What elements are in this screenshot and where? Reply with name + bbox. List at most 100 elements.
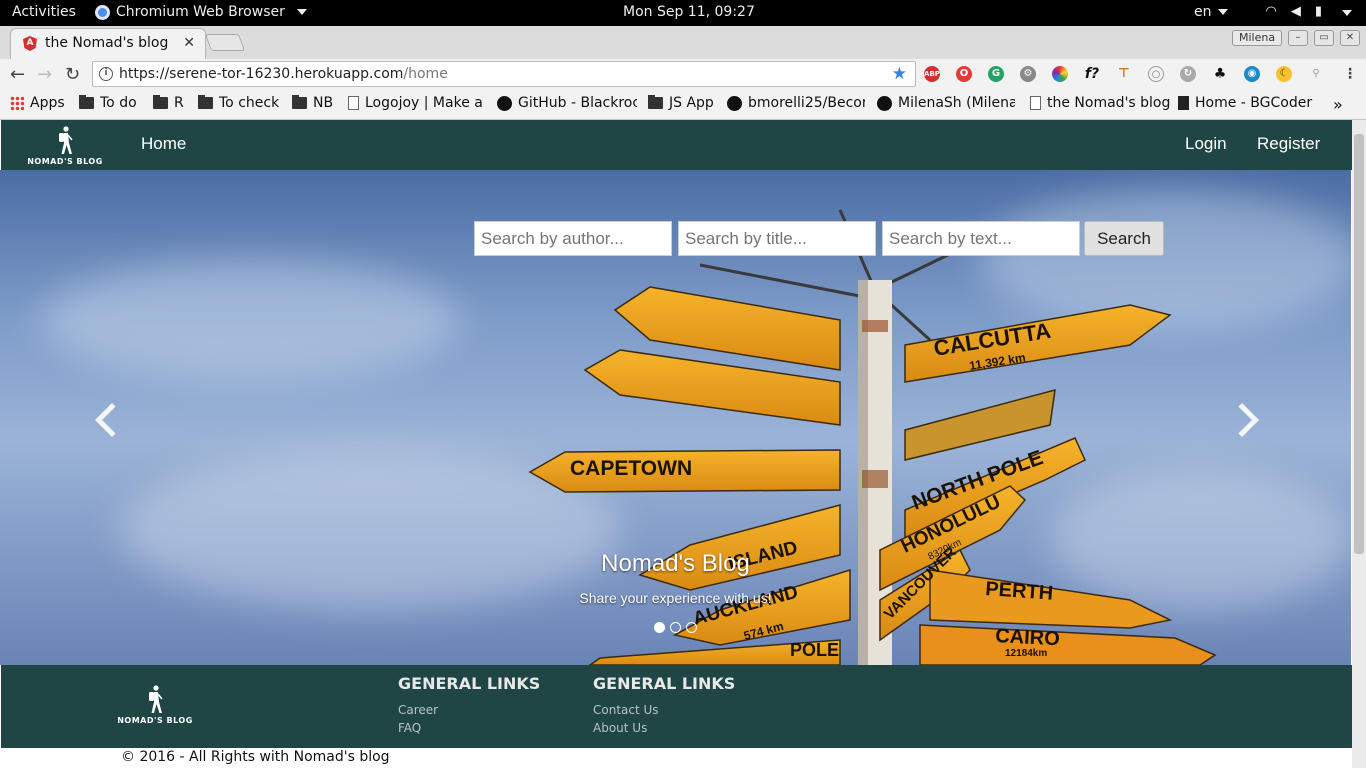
browser-toolbar: ← → ↻ i https://serene-tor-16230.herokua…: [0, 59, 1366, 89]
camera-icon[interactable]: ◉: [1244, 66, 1260, 82]
new-tab-button[interactable]: [204, 34, 246, 51]
footer-link-faq[interactable]: FAQ: [398, 721, 421, 735]
sign-cairo-distance: 12184km: [1005, 648, 1047, 659]
chevron-down-icon: [1217, 9, 1228, 15]
color-picker-icon[interactable]: [1052, 66, 1068, 82]
font-detector-icon[interactable]: f?: [1084, 66, 1100, 82]
folder-icon: [198, 95, 213, 109]
sign-pole: POLE: [790, 640, 839, 660]
folder-icon: [292, 95, 307, 109]
bookmark-label: To check: [219, 95, 280, 111]
chevron-down-icon: [1342, 10, 1352, 16]
system-menu[interactable]: ◠ ◀ ▮: [1265, 4, 1352, 19]
bookmarks-bar: Apps To do R To check NB Logojoy | Make …: [0, 89, 1366, 119]
logo-text: NOMAD'S BLOG: [117, 716, 193, 725]
volume-icon: ◀: [1290, 4, 1301, 19]
clock[interactable]: Mon Sep 11, 09:27: [623, 4, 755, 20]
footer-link-about[interactable]: About Us: [593, 721, 647, 735]
hiker-icon: [149, 685, 163, 713]
bookmark-todo[interactable]: To do: [79, 95, 137, 111]
opera-icon[interactable]: O: [956, 66, 972, 82]
address-bar[interactable]: i https://serene-tor-16230.herokuapp.com…: [92, 61, 916, 87]
bookmark-nb[interactable]: NB: [292, 95, 333, 111]
bookmark-label: MilenaSh (Milena: [898, 95, 1015, 111]
forward-icon[interactable]: →: [37, 64, 52, 85]
bookmark-js-app[interactable]: JS App: [648, 95, 714, 111]
footer-heading: GENERAL LINKS: [593, 674, 736, 693]
language-selector[interactable]: en: [1194, 4, 1228, 20]
bookmark-apps[interactable]: Apps: [10, 95, 65, 111]
bookmark-milenash[interactable]: MilenaSh (Milena: [877, 95, 1015, 111]
bookmarks-overflow-button[interactable]: »: [1333, 95, 1343, 114]
nav-register-link[interactable]: Register: [1257, 134, 1320, 154]
search-button[interactable]: Search: [1084, 221, 1164, 256]
refresh-extension-icon[interactable]: ↻: [1180, 66, 1196, 82]
nav-login-link[interactable]: Login: [1185, 134, 1227, 154]
bookmark-bgcoder[interactable]: Home - BGCoder: [1178, 95, 1318, 111]
web-page: NOMAD'S BLOG Home Login Register CALCUTT…: [0, 120, 1352, 768]
page-scrollbar[interactable]: [1352, 120, 1366, 768]
adblock-plus-icon[interactable]: ABP: [924, 66, 940, 82]
bookmark-r[interactable]: R: [153, 95, 184, 111]
back-icon[interactable]: ←: [10, 64, 25, 85]
carousel-indicator-active[interactable]: [654, 622, 665, 633]
bookmark-star-icon[interactable]: ★: [892, 64, 907, 84]
url-host: https://serene-tor-16230.herokuapp.com: [119, 66, 404, 82]
bookmark-label: Home - BGCoder: [1195, 95, 1313, 111]
hiker-icon: [59, 126, 73, 154]
profile-badge[interactable]: Milena: [1232, 30, 1283, 46]
reload-icon[interactable]: ↻: [65, 64, 80, 85]
github-icon: [497, 95, 512, 111]
menu-kebab-icon[interactable]: ⋮: [1342, 66, 1358, 82]
folder-icon: [153, 95, 168, 109]
search-title-input[interactable]: [678, 221, 876, 256]
hero-carousel: CALCUTTA 11,392 km CAPETOWN NORTH POLE H…: [0, 170, 1351, 665]
copyright-text: © 2016 - All Rights with Nomad's blog: [121, 749, 390, 765]
page-icon: [1178, 96, 1189, 110]
app-menu[interactable]: Chromium Web Browser: [95, 4, 307, 20]
site-logo[interactable]: NOMAD'S BLOG: [23, 126, 107, 170]
bookmark-github-blackroc[interactable]: GitHub - Blackroc: [497, 95, 637, 111]
bookmark-nomads-blog[interactable]: the Nomad's blog: [1030, 95, 1170, 111]
bookmark-label: NB: [313, 95, 334, 111]
code-icon[interactable]: ○: [1148, 66, 1164, 82]
moon-icon[interactable]: ☾: [1276, 66, 1292, 82]
url-text: https://serene-tor-16230.herokuapp.com/h…: [119, 66, 448, 82]
carousel-subtitle: Share your experience with us!: [579, 590, 772, 606]
sign-cairo: CAIRO: [995, 625, 1061, 650]
search-author-input[interactable]: [474, 221, 672, 256]
bookmark-label: R: [174, 95, 184, 111]
gnome-icon[interactable]: ♣: [1212, 66, 1228, 82]
bookmark-label: To do: [100, 95, 137, 111]
footer-link-career[interactable]: Career: [398, 703, 438, 717]
close-window-button[interactable]: ✕: [1340, 30, 1360, 46]
search-text-input[interactable]: [882, 221, 1080, 256]
settings-gear-icon[interactable]: ⚙: [1020, 66, 1036, 82]
scrollbar-thumb[interactable]: [1354, 134, 1364, 554]
bookmark-to-check[interactable]: To check: [198, 95, 279, 111]
url-path: /home: [403, 66, 448, 82]
person-icon[interactable]: ⚲: [1308, 66, 1324, 82]
bookmark-label: the Nomad's blog: [1047, 95, 1171, 111]
close-tab-icon[interactable]: ✕: [183, 35, 195, 51]
minimize-button[interactable]: –: [1288, 30, 1308, 46]
tab-active[interactable]: A the Nomad's blog ✕: [10, 28, 206, 59]
footer-logo[interactable]: NOMAD'S BLOG: [113, 685, 197, 729]
nav-home-link[interactable]: Home: [141, 134, 186, 154]
info-icon[interactable]: i: [99, 67, 113, 81]
hammer-icon[interactable]: ⊤: [1116, 66, 1132, 82]
battery-icon: ▮: [1314, 4, 1322, 19]
bookmark-logojoy[interactable]: Logojoy | Make a: [348, 95, 486, 111]
apps-grid-icon: [10, 96, 24, 110]
maximize-button[interactable]: ▭: [1314, 30, 1334, 46]
grammarly-icon[interactable]: G: [988, 66, 1004, 82]
footer-link-contact[interactable]: Contact Us: [593, 703, 659, 717]
wifi-icon: ◠: [1265, 4, 1277, 19]
activities-button[interactable]: Activities: [12, 4, 76, 20]
bookmark-bmorelli[interactable]: bmorelli25/Becor: [727, 95, 865, 111]
folder-icon: [79, 95, 94, 109]
carousel-indicator[interactable]: [670, 622, 681, 633]
carousel-indicator[interactable]: [686, 622, 697, 633]
bookmark-label: Logojoy | Make a: [365, 95, 483, 111]
site-navbar: NOMAD'S BLOG Home Login Register: [1, 120, 1352, 170]
